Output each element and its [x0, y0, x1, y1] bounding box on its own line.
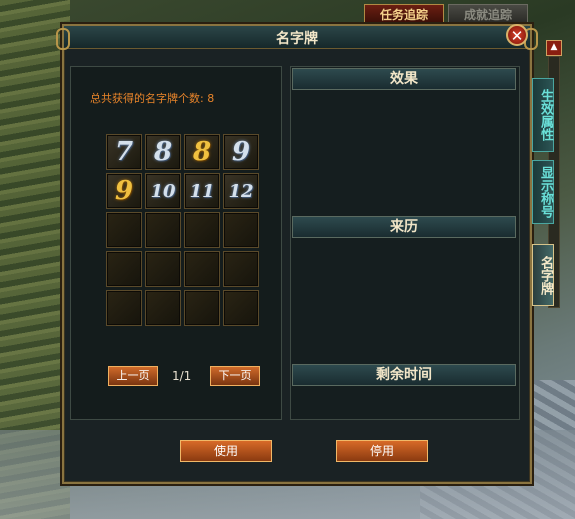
name-plate-slot[interactable]: 9 — [106, 173, 142, 209]
empty-slot[interactable] — [145, 212, 181, 248]
use-button[interactable]: 使用 — [180, 440, 272, 462]
empty-slot[interactable] — [145, 290, 181, 326]
name-plate-slot[interactable]: 11 — [184, 173, 220, 209]
quest-tracking-button[interactable]: 任务追踪 — [364, 4, 444, 24]
empty-slot[interactable] — [223, 251, 259, 287]
section-source-header: 来历 — [292, 216, 516, 238]
achievement-tracking-button[interactable]: 成就追踪 — [448, 4, 528, 24]
stop-button[interactable]: 停用 — [336, 440, 428, 462]
empty-slot[interactable] — [106, 290, 142, 326]
name-plate-slot[interactable]: 8 — [145, 134, 181, 170]
tab-display-title[interactable]: 显示称号 — [532, 160, 554, 224]
empty-slot[interactable] — [106, 212, 142, 248]
tab-active-attributes[interactable]: 生效属性 — [532, 78, 554, 152]
plate-count-label: 总共获得的名字牌个数: 8 — [90, 92, 215, 105]
section-remaining-time-header: 剩余时间 — [292, 364, 516, 386]
name-plate-grid: 7 8 8 9 9 10 11 12 — [106, 134, 262, 326]
empty-slot[interactable] — [184, 251, 220, 287]
next-page-button[interactable]: 下一页 — [210, 366, 260, 386]
name-plate-slot[interactable]: 9 — [223, 134, 259, 170]
title-bar[interactable]: 名字牌 — [56, 26, 538, 50]
name-plate-slot[interactable]: 8 — [184, 134, 220, 170]
empty-slot[interactable] — [223, 212, 259, 248]
empty-slot[interactable] — [223, 290, 259, 326]
prev-page-button[interactable]: 上一页 — [108, 366, 158, 386]
page-indicator: 1/1 — [172, 369, 192, 383]
name-plate-slot[interactable]: 12 — [223, 173, 259, 209]
empty-slot[interactable] — [106, 251, 142, 287]
empty-slot[interactable] — [145, 251, 181, 287]
section-effect-header: 效果 — [292, 68, 516, 90]
name-plate-slot[interactable]: 10 — [145, 173, 181, 209]
empty-slot[interactable] — [184, 212, 220, 248]
tab-name-plate[interactable]: 名字牌 — [532, 244, 554, 306]
empty-slot[interactable] — [184, 290, 220, 326]
name-plate-slot[interactable]: 7 — [106, 134, 142, 170]
name-plate-panel: 名字牌 ✕ 总共获得的名字牌个数: 8 7 8 8 9 9 10 11 12 上一页 1/1 … — [56, 24, 538, 484]
scroll-up-icon[interactable]: ▲ — [546, 40, 562, 56]
close-button[interactable]: ✕ — [506, 24, 528, 46]
panel-title: 名字牌 — [276, 31, 318, 47]
